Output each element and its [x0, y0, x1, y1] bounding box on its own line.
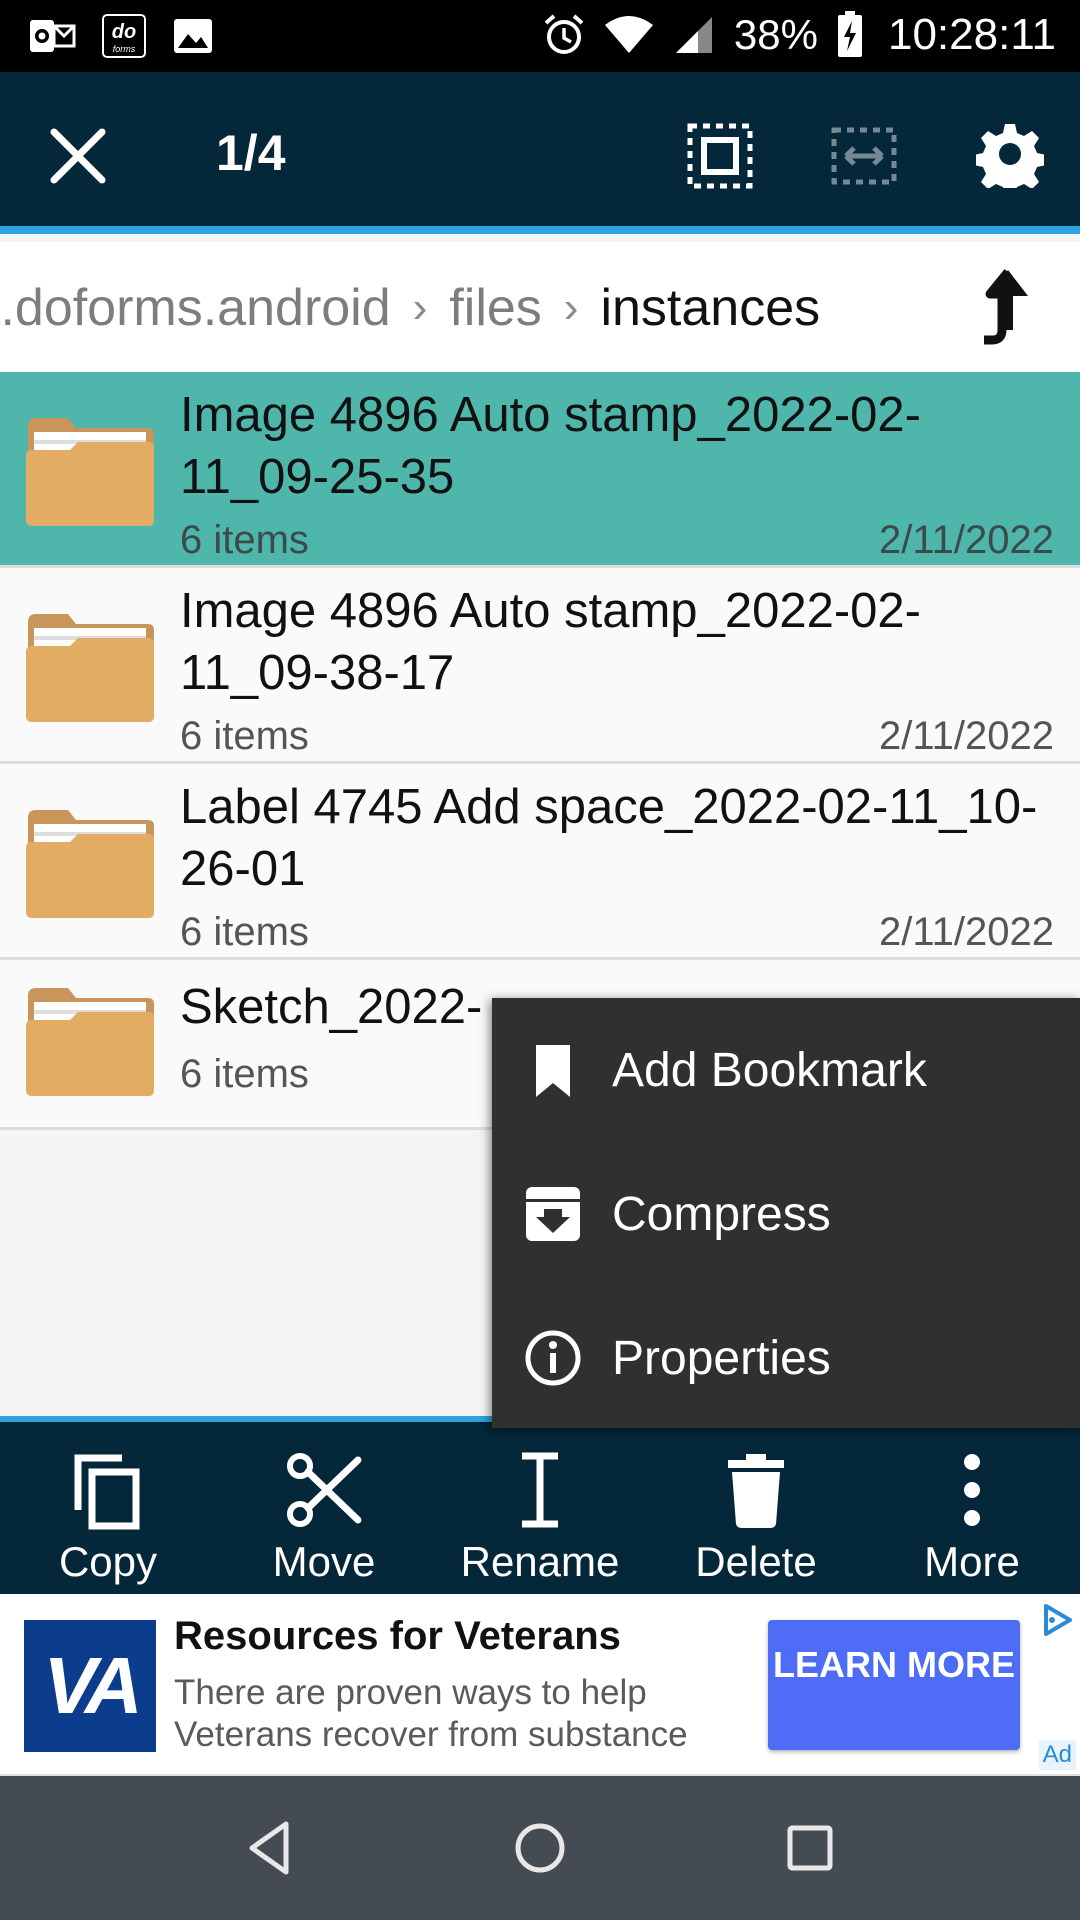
menu-item-properties[interactable]: Properties: [492, 1286, 1080, 1430]
move-button[interactable]: Move: [234, 1428, 414, 1594]
image-icon: [174, 19, 212, 53]
more-vertical-icon: [964, 1454, 980, 1526]
system-icons: 38% 10:28:11: [542, 10, 1056, 60]
outlook-icon: [30, 20, 76, 52]
clock: 10:28:11: [887, 10, 1056, 59]
system-nav-bar: [0, 1776, 1080, 1920]
item-count: 6 items: [180, 714, 309, 758]
recents-icon[interactable]: [778, 1816, 842, 1880]
ad-logo: VA: [24, 1620, 156, 1752]
modified-date: 2/11/2022: [879, 910, 1054, 954]
action-label: Move: [272, 1538, 376, 1585]
breadcrumb-item[interactable]: files: [449, 278, 541, 338]
ad-banner[interactable]: VA Resources for Veterans There are prov…: [0, 1594, 1080, 1776]
list-item[interactable]: Image 4896 Auto stamp_2022-02-11_09-38-1…: [0, 568, 1080, 764]
breadcrumb-item[interactable]: t.doforms.android: [0, 278, 391, 338]
menu-item-label: Compress: [612, 1187, 831, 1241]
modified-date: 2/11/2022: [879, 714, 1054, 758]
menu-item-compress[interactable]: Compress: [492, 1142, 1080, 1286]
select-range-icon[interactable]: [828, 120, 900, 192]
info-icon: [525, 1330, 581, 1386]
folder-icon: [26, 418, 154, 526]
wifi-icon: [604, 16, 653, 53]
navigate-up-icon[interactable]: [978, 268, 1038, 348]
archive-icon: [526, 1187, 580, 1241]
breadcrumb: t.doforms.android › files › instances: [0, 242, 1080, 372]
action-label: Rename: [460, 1538, 620, 1585]
action-label: Copy: [58, 1538, 158, 1585]
scissors-icon: [287, 1453, 362, 1527]
item-count: 6 items: [180, 1052, 309, 1096]
svg-text:forms: forms: [113, 44, 136, 54]
notification-icons: do forms: [28, 14, 214, 58]
folder-icon: [26, 988, 154, 1096]
copy-button[interactable]: Copy: [18, 1428, 198, 1594]
delete-button[interactable]: Delete: [666, 1428, 846, 1594]
action-label: Delete: [695, 1538, 817, 1585]
ad-title: Resources for Veterans: [174, 1614, 621, 1658]
home-icon[interactable]: [508, 1816, 572, 1880]
ad-choices-icon[interactable]: [1038, 1602, 1074, 1638]
ad-cta-button[interactable]: LEARN MORE: [768, 1620, 1020, 1750]
selection-count: 1/4: [216, 125, 286, 181]
folder-icon: [26, 614, 154, 722]
context-menu: Add Bookmark Compress Properties: [492, 998, 1080, 1428]
ad-description: There are proven ways to help Veterans r…: [174, 1673, 688, 1754]
menu-item-label: Properties: [612, 1331, 831, 1385]
folder-icon: [26, 810, 154, 918]
rename-button[interactable]: Rename: [450, 1428, 630, 1594]
file-name: Image 4896 Auto stamp_2022-02-11_09-38-1…: [180, 584, 921, 700]
settings-icon[interactable]: [976, 120, 1044, 188]
item-count: 6 items: [180, 910, 309, 954]
battery-charging-icon: [837, 11, 862, 57]
text-cursor-icon: [522, 1452, 558, 1528]
breadcrumb-path: t.doforms.android › files › instances: [0, 278, 820, 338]
menu-item-label: Add Bookmark: [612, 1043, 927, 1097]
list-item[interactable]: Label 4745 Add space_2022-02-11_10-26-01…: [0, 764, 1080, 960]
bookmark-icon: [536, 1045, 570, 1097]
chevron-right-icon: ›: [412, 283, 428, 332]
action-label: More: [924, 1538, 1020, 1585]
breadcrumb-item-current[interactable]: instances: [600, 278, 820, 338]
alarm-icon: [544, 14, 584, 54]
battery-percent: 38%: [733, 11, 818, 58]
file-name: Label 4745 Add space_2022-02-11_10-26-01: [180, 780, 1038, 896]
ad-label: Ad: [1038, 1740, 1076, 1770]
list-item[interactable]: Image 4896 Auto stamp_2022-02-11_09-25-3…: [0, 372, 1080, 568]
modified-date: 2/11/2022: [879, 518, 1054, 562]
status-bar: do forms 38% 10:28:11: [0, 0, 1080, 72]
close-icon[interactable]: [46, 124, 110, 188]
select-all-icon[interactable]: [684, 120, 756, 192]
svg-text:do: do: [112, 21, 136, 43]
copy-icon: [74, 1454, 140, 1530]
menu-item-add-bookmark[interactable]: Add Bookmark: [492, 998, 1080, 1142]
more-button[interactable]: More: [882, 1428, 1062, 1594]
selection-toolbar: 1/4: [0, 72, 1080, 234]
item-count: 6 items: [180, 518, 309, 562]
chevron-right-icon: ›: [563, 283, 579, 332]
back-icon[interactable]: [238, 1816, 302, 1880]
action-bar: Copy Move Rename Delete More: [0, 1416, 1080, 1594]
file-name: Image 4896 Auto stamp_2022-02-11_09-25-3…: [180, 388, 921, 504]
doforms-icon: do forms: [102, 14, 146, 58]
cell-signal-icon: [675, 17, 712, 53]
trash-icon: [728, 1454, 784, 1528]
